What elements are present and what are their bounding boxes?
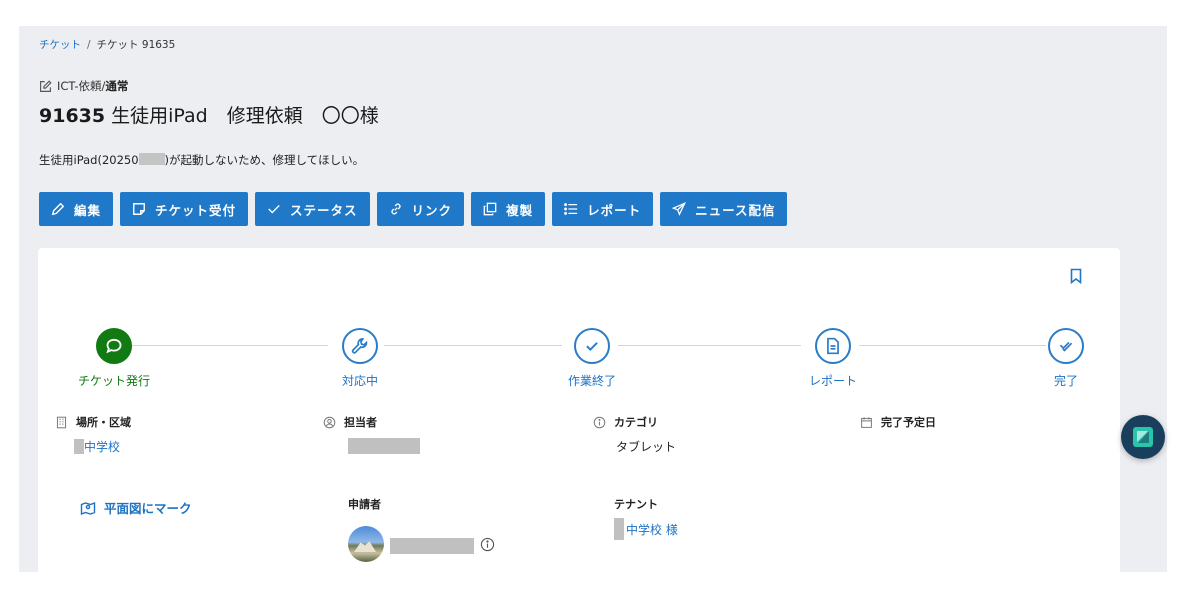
breadcrumb-current: チケット 91635: [96, 39, 176, 51]
link-button[interactable]: リンク: [376, 192, 465, 226]
step-label: 完了: [1053, 374, 1078, 388]
action-toolbar: 編集 チケット受付 ステータス リンク 複製 レポート ニュース配信: [39, 192, 788, 226]
progress-stepper: チケット発行 対応中 作業終了 レポート 完了: [38, 328, 1120, 398]
status-button-label: ステータス: [290, 202, 358, 218]
check-icon: [268, 205, 280, 214]
edit-button-label: 編集: [74, 202, 102, 218]
duplicate-button[interactable]: 複製: [471, 192, 546, 226]
category-priority: 通常: [105, 79, 129, 93]
avatar: [348, 526, 384, 562]
news-broadcast-button[interactable]: ニュース配信: [660, 192, 788, 226]
step-label: 作業終了: [567, 374, 616, 388]
ticket-title: 生徒用iPad 修理依頼 〇〇様: [111, 105, 379, 127]
note-icon: [133, 203, 145, 215]
info-icon[interactable]: [480, 537, 495, 552]
field-label: カテゴリ: [614, 416, 658, 429]
link-button-label: リンク: [411, 202, 453, 218]
app-logo-icon: [1133, 427, 1153, 447]
floor-plan-mark-link[interactable]: 平面図にマーク: [80, 498, 192, 517]
breadcrumb-root-link[interactable]: チケット: [39, 39, 81, 51]
wrench-icon: [351, 338, 368, 354]
ticket-category: ICT-依頼/通常: [39, 78, 128, 94]
field-label: 場所・区域: [76, 416, 131, 429]
floor-plan-mark-label: 平面図にマーク: [104, 501, 192, 516]
document-icon: [827, 337, 839, 355]
breadcrumb: チケット / チケット 91635: [39, 37, 175, 52]
copy-icon: [483, 202, 497, 216]
category-prefix: ICT-依頼/: [57, 79, 106, 93]
ticket-number: 91635: [39, 105, 106, 127]
step-label: 対応中: [341, 374, 378, 388]
field-requester: 申請者: [348, 496, 495, 562]
map-pin-icon: [80, 501, 96, 515]
category-value: タブレット: [616, 440, 677, 454]
field-label: 申請者: [348, 498, 381, 511]
field-label: 担当者: [344, 416, 377, 429]
step-done: 完了: [1006, 328, 1126, 389]
report-button-label: レポート: [587, 202, 642, 218]
step-in-progress: 対応中: [300, 328, 420, 389]
page-title: 91635 生徒用iPad 修理依頼 〇〇様: [39, 101, 379, 128]
description-after: )が起動しないため、修理してほしい。: [164, 153, 365, 167]
report-button[interactable]: レポート: [552, 192, 654, 226]
link-icon: [390, 203, 401, 215]
duplicate-button-label: 複製: [506, 202, 534, 218]
ticket-accept-button[interactable]: チケット受付: [120, 192, 249, 226]
bookmark-icon[interactable]: [1068, 268, 1084, 284]
field-location: 場所・区域 中学校: [55, 414, 131, 455]
status-button[interactable]: ステータス: [255, 192, 370, 226]
location-link[interactable]: 中学校: [84, 438, 120, 455]
send-icon: [672, 202, 687, 216]
double-check-icon: [1059, 341, 1073, 352]
edit-button[interactable]: 編集: [39, 192, 114, 226]
breadcrumb-separator: /: [87, 39, 91, 51]
news-broadcast-button-label: ニュース配信: [695, 202, 776, 218]
user-icon: [323, 416, 336, 428]
list-icon: [564, 203, 578, 215]
building-icon: [56, 416, 67, 428]
step-ticket-issued: チケット発行: [54, 328, 174, 389]
field-assignee: 担当者: [323, 414, 420, 454]
redacted-block: [74, 439, 84, 454]
tenant-link[interactable]: 中学校 様: [626, 521, 678, 538]
step-label: チケット発行: [77, 374, 150, 388]
field-label: テナント: [614, 498, 658, 511]
ticket-page: チケット / チケット 91635 ICT-依頼/通常 91635 生徒用iPad …: [19, 26, 1167, 572]
redacted-block: [138, 153, 165, 165]
ticket-accept-button-label: チケット受付: [155, 202, 237, 218]
field-category: カテゴリ タブレット: [593, 414, 676, 455]
chat-bubble-icon: [106, 338, 122, 354]
redacted-block: [614, 518, 624, 540]
field-due-date: 完了予定日: [860, 414, 936, 430]
step-work-complete: 作業終了: [532, 328, 652, 389]
redacted-block: [390, 538, 474, 554]
check-icon: [586, 342, 598, 351]
step-report: レポート: [773, 328, 893, 389]
step-label: レポート: [808, 374, 857, 388]
pencil-icon: [51, 202, 65, 216]
ticket-description: 生徒用iPad(20250 )が起動しないため、修理してほしい。: [39, 152, 364, 168]
edit-square-icon: [40, 79, 52, 92]
ticket-detail-card: チケット発行 対応中 作業終了 レポート 完了 場所・区域 中学校 担当者 カテ…: [38, 248, 1120, 572]
field-tenant: テナント 中学校 様: [614, 496, 678, 540]
calendar-icon: [861, 416, 872, 428]
description-before: 生徒用iPad(20250: [39, 153, 139, 167]
field-label: 完了予定日: [881, 416, 936, 429]
floating-app-button[interactable]: [1121, 415, 1165, 459]
info-icon: [593, 416, 606, 428]
redacted-block: [348, 438, 420, 454]
